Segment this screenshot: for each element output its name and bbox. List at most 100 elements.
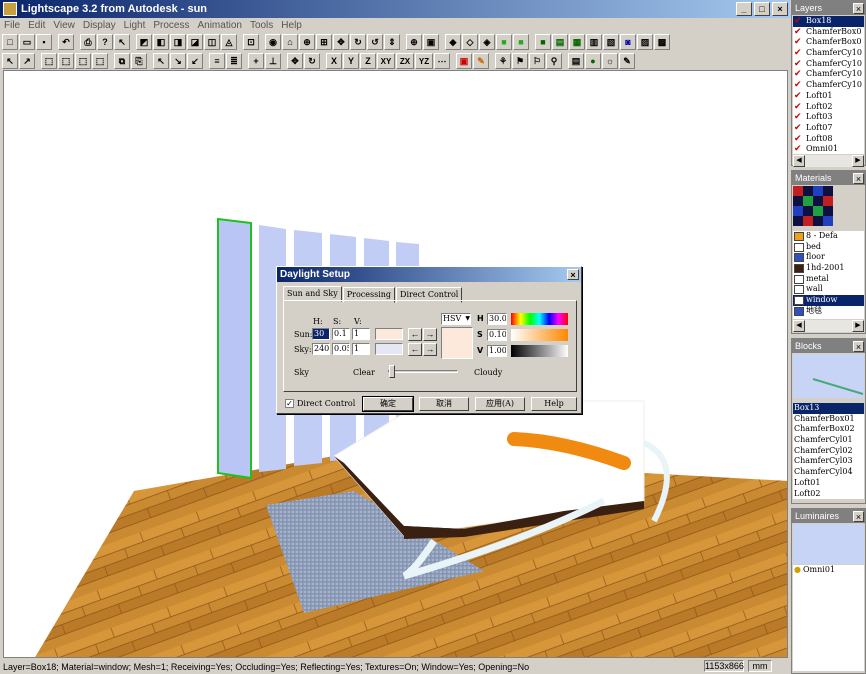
list-item[interactable]: Box13 xyxy=(793,403,864,414)
saturation-slider[interactable] xyxy=(511,329,568,341)
orbit-icon[interactable]: ↻ xyxy=(350,34,366,50)
hue-slider[interactable] xyxy=(511,313,568,325)
select-fence-icon[interactable]: ⬚ xyxy=(75,53,91,69)
list-item[interactable]: ✔ Box18 xyxy=(793,16,864,27)
tool-e-icon[interactable]: ⚐ xyxy=(529,53,545,69)
v-value-field[interactable]: 1.00 xyxy=(487,345,507,357)
ok-button[interactable]: 确定 xyxy=(362,396,414,412)
direct-control-checkbox[interactable]: ✓ Direct Control xyxy=(285,399,355,408)
materials-close-button[interactable]: × xyxy=(853,172,864,184)
list-item[interactable]: 1hd-2001 xyxy=(793,263,864,274)
add-icon[interactable]: + xyxy=(248,53,264,69)
zoom-window-icon[interactable]: ⊞ xyxy=(316,34,332,50)
view-top-icon[interactable]: ◧ xyxy=(153,34,169,50)
view-persp-icon[interactable]: ◬ xyxy=(221,34,237,50)
list-item[interactable]: ✔ ChamferBox0 xyxy=(793,37,864,48)
menu-display[interactable]: Display xyxy=(83,20,116,31)
list-item[interactable]: ✔ Loft01 xyxy=(793,91,864,102)
axis-zx-button[interactable]: ZX xyxy=(396,53,414,69)
sky-arrow-right-icon[interactable]: → xyxy=(423,343,437,356)
h-value-field[interactable]: 30.0 xyxy=(487,313,507,325)
menu-help[interactable]: Help xyxy=(281,20,302,31)
sun-arrow-right-icon[interactable]: → xyxy=(423,328,437,341)
list-item[interactable]: 8 - Defa xyxy=(793,231,864,242)
pick-object-icon[interactable]: ↙ xyxy=(187,53,203,69)
display-icon-2[interactable]: ▤ xyxy=(552,34,568,50)
copy-icon[interactable]: ⧉ xyxy=(114,53,130,69)
new-icon[interactable]: □ xyxy=(2,34,18,50)
list-item[interactable]: ChamferBox02 xyxy=(793,424,864,435)
axis-xy-button[interactable]: XY xyxy=(377,53,395,69)
print-icon[interactable]: ⎙ xyxy=(80,34,96,50)
list-item[interactable]: ✔ Loft08 xyxy=(793,134,864,145)
sky-v-field[interactable]: 1 xyxy=(352,343,370,355)
zoom-all-icon[interactable]: ▣ xyxy=(423,34,439,50)
undo-icon[interactable]: ↶ xyxy=(58,34,74,50)
menu-process[interactable]: Process xyxy=(153,20,189,31)
list-item[interactable]: Loft02 xyxy=(793,489,864,500)
minimize-button[interactable]: _ xyxy=(736,2,752,16)
layers-close-button[interactable]: × xyxy=(853,2,864,14)
axis-y-button[interactable]: Y xyxy=(343,53,359,69)
walk-icon[interactable]: ⌂ xyxy=(282,34,298,50)
select-icon[interactable]: ↖ xyxy=(2,53,18,69)
pick-surface-icon[interactable]: ↘ xyxy=(170,53,186,69)
light-icon[interactable]: ☼ xyxy=(602,53,618,69)
sun-arrow-left-icon[interactable]: ← xyxy=(408,328,422,341)
display-icon-5[interactable]: ▧ xyxy=(603,34,619,50)
pan-icon[interactable]: ✥ xyxy=(333,34,349,50)
list-item[interactable]: 地毯 xyxy=(793,306,864,317)
axis-x-button[interactable]: X xyxy=(326,53,342,69)
view-front-icon[interactable]: ◨ xyxy=(170,34,186,50)
list-item[interactable]: ✔ ChamferBox0 xyxy=(793,27,864,38)
axis-yz-button[interactable]: YZ xyxy=(415,53,433,69)
layers-icon[interactable]: ▤ xyxy=(568,53,584,69)
s-value-field[interactable]: 0.10 xyxy=(487,329,507,341)
eye-icon[interactable]: ◉ xyxy=(265,34,281,50)
help-icon[interactable]: ? xyxy=(97,34,113,50)
display-icon-7[interactable]: ▨ xyxy=(637,34,653,50)
cancel-button[interactable]: 取消 xyxy=(419,397,469,411)
save-icon[interactable]: ▪ xyxy=(36,34,52,50)
axis-z-button[interactable]: Z xyxy=(360,53,376,69)
list-item[interactable]: ChamferCyl04 xyxy=(793,467,864,478)
sun-v-field[interactable]: 1 xyxy=(352,328,370,340)
menu-file[interactable]: File xyxy=(4,20,20,31)
color-model-select[interactable]: HSV ▼ xyxy=(441,313,471,325)
zoom-in-icon[interactable]: ⊕ xyxy=(406,34,422,50)
menu-animation[interactable]: Animation xyxy=(197,20,241,31)
sky-arrow-left-icon[interactable]: ← xyxy=(408,343,422,356)
list-item[interactable]: ChamferCyl03 xyxy=(793,456,864,467)
list-item[interactable]: Loft01 xyxy=(793,478,864,489)
list-item[interactable]: ● Omni01 xyxy=(793,565,864,576)
list-item[interactable]: window xyxy=(793,295,864,306)
paint-icon[interactable]: ✎ xyxy=(619,53,635,69)
value-slider[interactable] xyxy=(511,345,568,357)
move-icon[interactable]: ✥ xyxy=(287,53,303,69)
zoom-icon[interactable]: ⊕ xyxy=(299,34,315,50)
view-icon[interactable]: ◩ xyxy=(136,34,152,50)
list-item[interactable]: ✔ Loft03 xyxy=(793,112,864,123)
context-help-icon[interactable]: ↖ xyxy=(114,34,130,50)
menu-edit[interactable]: Edit xyxy=(28,20,45,31)
list-item[interactable]: ChamferBox01 xyxy=(793,414,864,425)
tool-b-icon[interactable]: ✎ xyxy=(473,53,489,69)
tool-f-icon[interactable]: ⚲ xyxy=(546,53,562,69)
blocks-close-button[interactable]: × xyxy=(853,340,864,352)
list-item[interactable]: ✔ ChamferCy10 xyxy=(793,48,864,59)
menu-tools[interactable]: Tools xyxy=(250,20,273,31)
view-iso-icon[interactable]: ◫ xyxy=(204,34,220,50)
sky-s-field[interactable]: 0.05 xyxy=(332,343,350,355)
list-item[interactable]: ✔ ChamferCy10 xyxy=(793,69,864,80)
display-icon-4[interactable]: ▥ xyxy=(586,34,602,50)
select-window-icon[interactable]: ⬚ xyxy=(41,53,57,69)
tool-a-icon[interactable]: ▣ xyxy=(456,53,472,69)
menu-light[interactable]: Light xyxy=(124,20,146,31)
render-textured-icon[interactable]: ■ xyxy=(513,34,529,50)
tool-d-icon[interactable]: ⚑ xyxy=(512,53,528,69)
sun-h-field[interactable]: 30 xyxy=(312,328,330,340)
dialog-close-button[interactable]: × xyxy=(567,269,579,280)
zoom-extent-icon[interactable]: ⊡ xyxy=(243,34,259,50)
list-item[interactable]: bed xyxy=(793,242,864,253)
sky-condition-thumb[interactable] xyxy=(388,365,395,378)
